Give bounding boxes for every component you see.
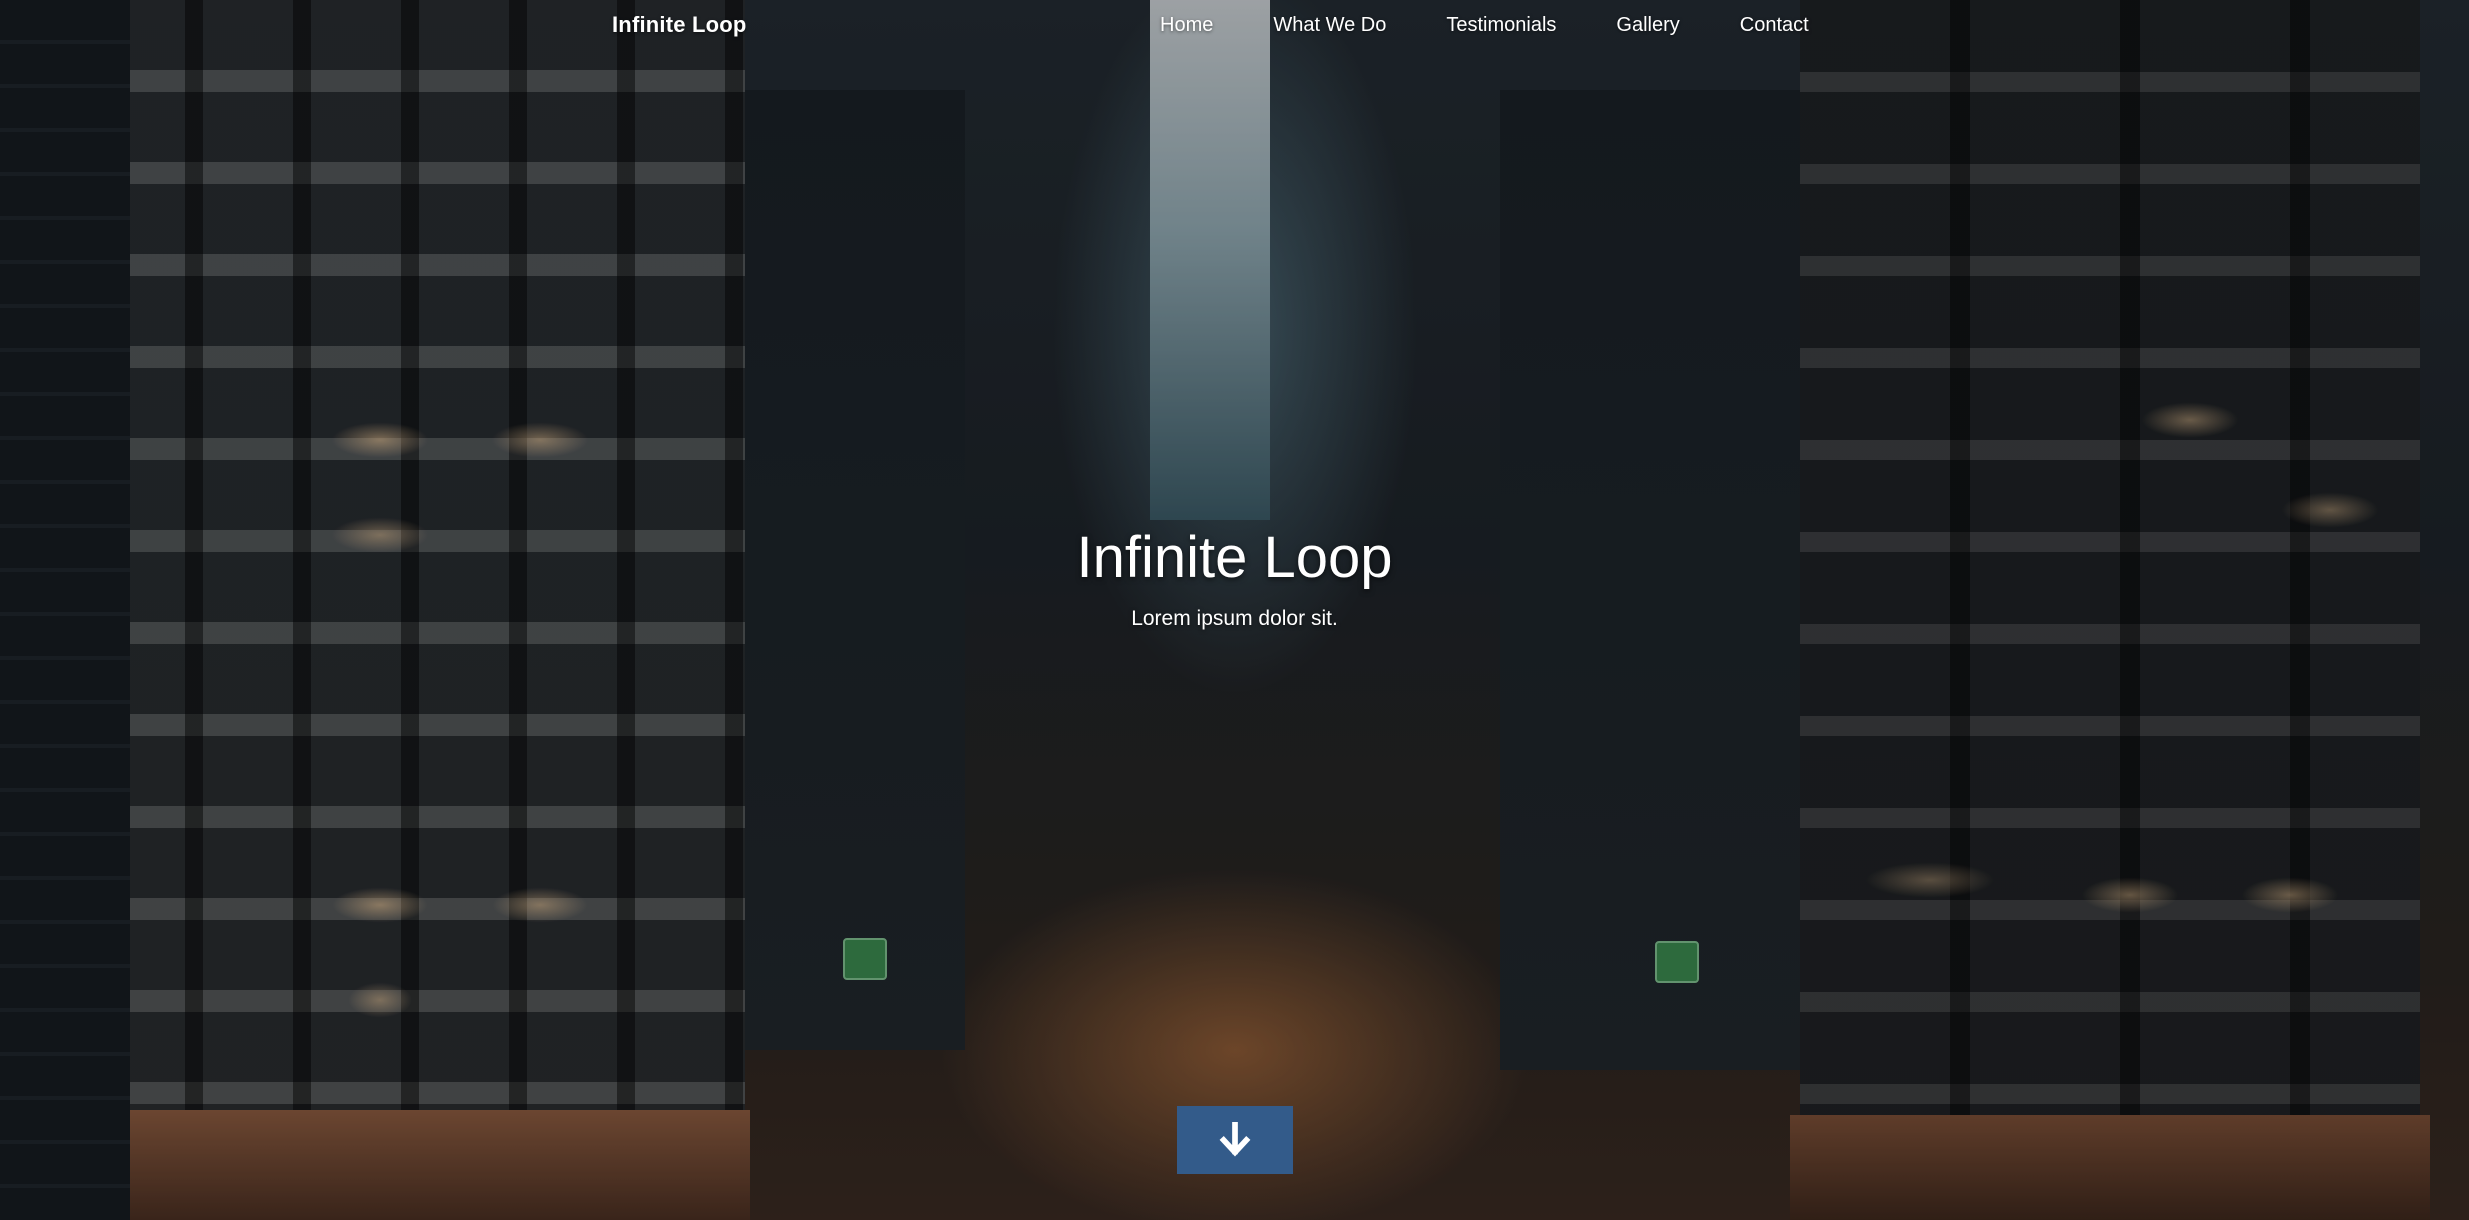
- navbar: Infinite Loop Home What We Do Testimonia…: [0, 0, 2469, 54]
- nav-link-gallery[interactable]: Gallery: [1616, 14, 1679, 37]
- nav-link-testimonials[interactable]: Testimonials: [1446, 14, 1556, 37]
- arrow-down-icon: [1219, 1121, 1251, 1157]
- nav-link-what-we-do[interactable]: What We Do: [1273, 14, 1386, 37]
- hero-title: Infinite Loop: [1076, 525, 1393, 590]
- brand-link[interactable]: Infinite Loop: [612, 12, 747, 38]
- hero-subtitle: Lorem ipsum dolor sit.: [1131, 607, 1338, 630]
- scroll-down-button[interactable]: [1177, 1106, 1293, 1174]
- nav-link-contact[interactable]: Contact: [1740, 14, 1809, 37]
- nav-link-home[interactable]: Home: [1160, 14, 1213, 37]
- hero-section: Infinite Loop Home What We Do Testimonia…: [0, 0, 2469, 1220]
- nav-links: Home What We Do Testimonials Gallery Con…: [1130, 14, 1839, 37]
